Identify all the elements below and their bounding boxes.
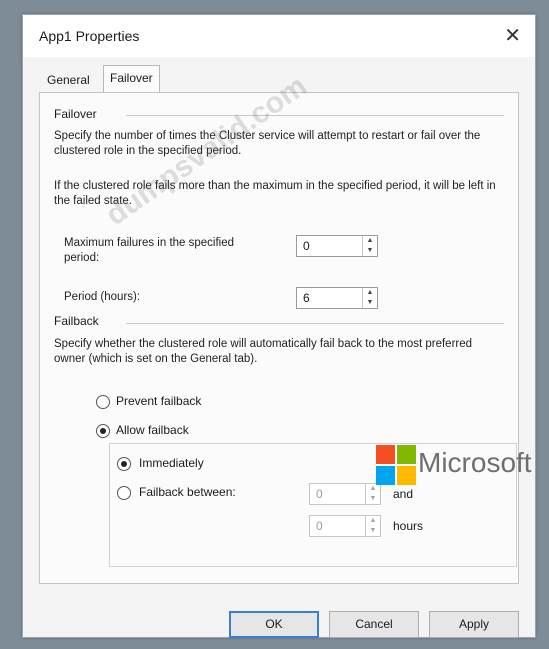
- failback-between-radio[interactable]: [117, 486, 131, 500]
- spin-arrows-icon[interactable]: ▲ ▼: [362, 236, 377, 256]
- failback-to-value[interactable]: 0: [316, 519, 323, 533]
- max-failures-value[interactable]: 0: [303, 239, 310, 253]
- failback-to-stepper[interactable]: 0 ▲ ▼: [309, 515, 381, 537]
- failback-divider: [126, 323, 504, 324]
- close-icon[interactable]: ✕: [504, 23, 521, 48]
- logo-square-yellow: [397, 466, 416, 485]
- failover-description: Specify the number of times the Cluster …: [54, 130, 481, 157]
- failover-divider: [126, 115, 504, 116]
- allow-failback-radio[interactable]: [96, 424, 110, 438]
- cancel-button[interactable]: Cancel: [329, 611, 419, 638]
- period-value[interactable]: 6: [303, 291, 310, 305]
- dialog-title: App1 Properties: [39, 28, 140, 44]
- period-stepper[interactable]: 6 ▲ ▼: [296, 287, 378, 309]
- tab-general[interactable]: General: [41, 68, 96, 92]
- spin-arrows-icon[interactable]: ▲ ▼: [362, 288, 377, 308]
- immediately-radio[interactable]: [117, 457, 131, 471]
- allow-failback-label[interactable]: Allow failback: [116, 423, 189, 437]
- prevent-failback-label[interactable]: Prevent failback: [116, 394, 201, 408]
- microsoft-logo-text: Microsoft: [418, 447, 532, 478]
- apply-button[interactable]: Apply: [429, 611, 519, 638]
- failback-heading: Failback: [54, 314, 99, 328]
- failover-heading: Failover: [54, 107, 97, 121]
- and-label: and: [393, 487, 414, 501]
- logo-square-red: [376, 445, 395, 464]
- hours-label: hours: [393, 519, 424, 533]
- title-bar: App1 Properties ✕: [23, 15, 535, 57]
- logo-square-green: [397, 445, 416, 464]
- tab-failover[interactable]: Failover: [103, 65, 160, 93]
- logo-square-blue: [376, 466, 395, 485]
- max-failures-label: Maximum failures in the specified period…: [64, 237, 235, 264]
- period-label: Period (hours):: [64, 291, 141, 303]
- immediately-label[interactable]: Immediately: [139, 456, 204, 470]
- spin-arrows-icon[interactable]: ▲ ▼: [365, 516, 380, 536]
- failback-from-stepper[interactable]: 0 ▲ ▼: [309, 483, 381, 505]
- ok-button[interactable]: OK: [229, 611, 319, 638]
- microsoft-logo-icon: [376, 445, 416, 485]
- prevent-failback-radio[interactable]: [96, 395, 110, 409]
- failback-from-value[interactable]: 0: [316, 487, 323, 501]
- spin-arrows-icon[interactable]: ▲ ▼: [365, 484, 380, 504]
- failback-between-label[interactable]: Failback between:: [139, 485, 236, 499]
- failback-description: Specify whether the clustered role will …: [54, 338, 473, 365]
- max-failures-stepper[interactable]: 0 ▲ ▼: [296, 235, 378, 257]
